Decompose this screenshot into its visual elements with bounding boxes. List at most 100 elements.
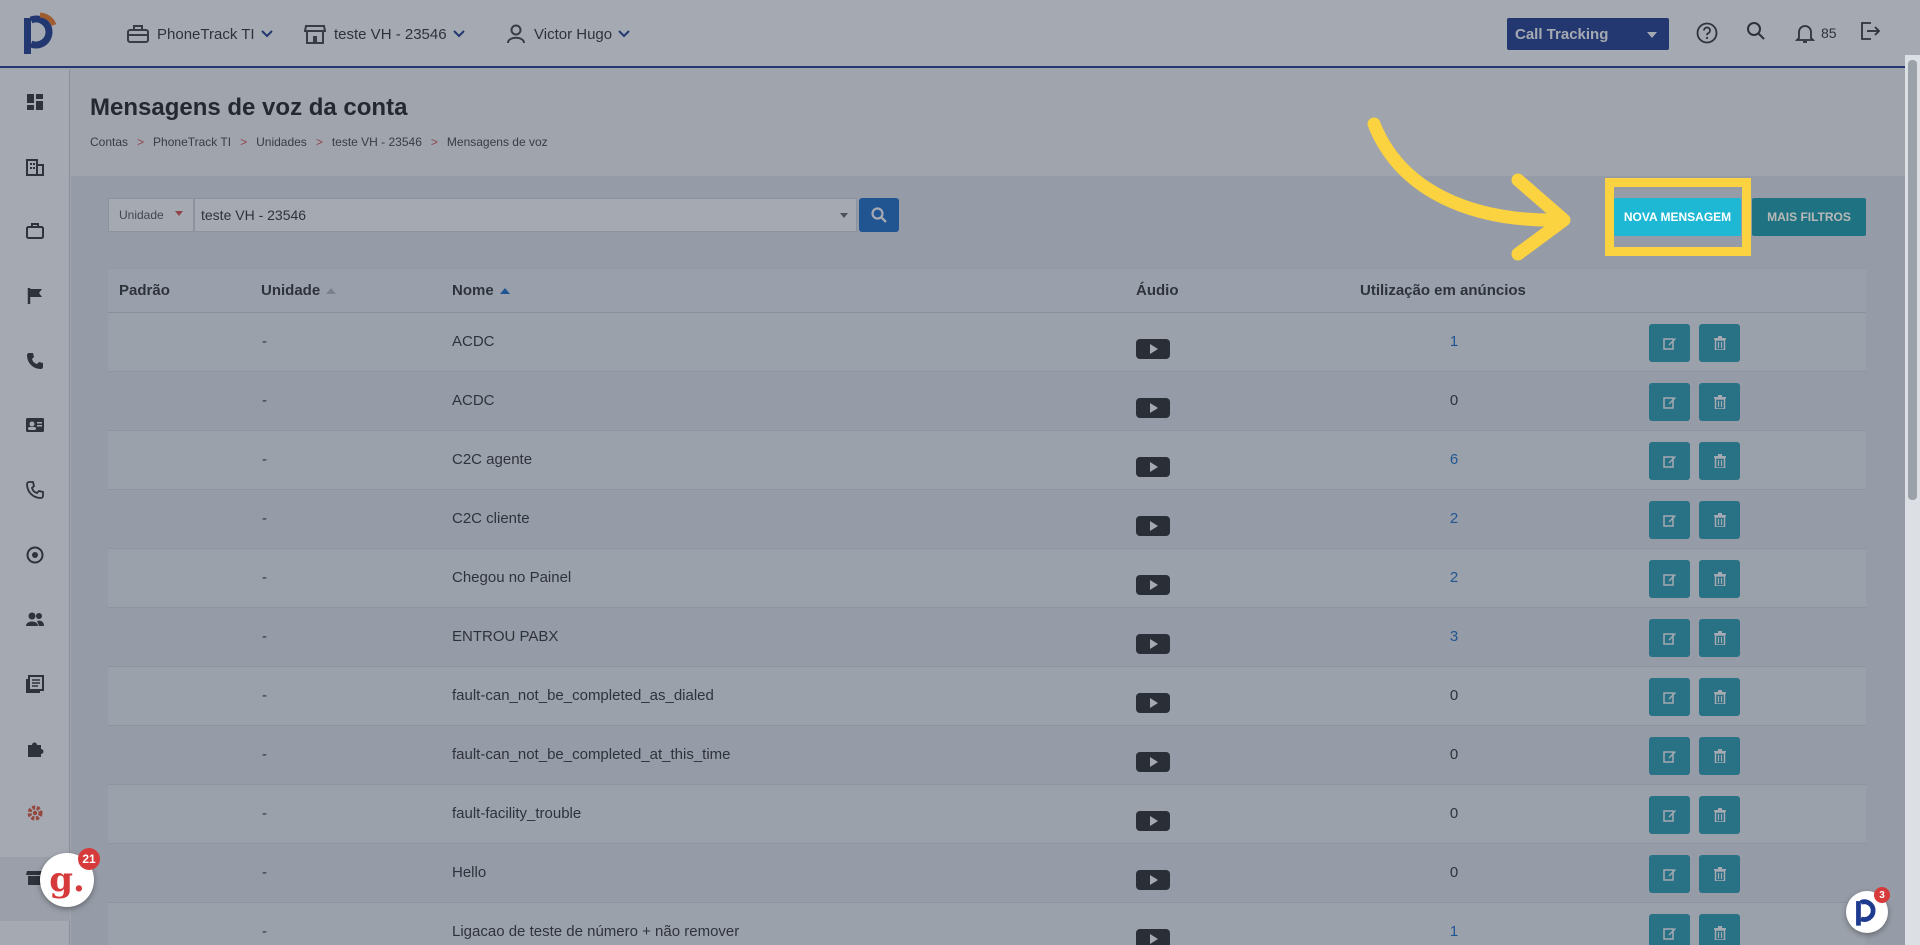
breadcrumb-separator: > bbox=[315, 135, 323, 149]
edit-button[interactable] bbox=[1649, 678, 1690, 716]
filter-search-button[interactable] bbox=[859, 198, 899, 232]
breadcrumb-item-unidades[interactable]: Unidades bbox=[256, 135, 307, 149]
row-usage: 0 bbox=[1449, 687, 1459, 704]
edit-button[interactable] bbox=[1649, 324, 1690, 362]
row-name: C2C agente bbox=[452, 451, 533, 468]
notifications-button[interactable] bbox=[1792, 20, 1818, 46]
delete-button[interactable] bbox=[1699, 737, 1740, 775]
search-icon bbox=[871, 207, 887, 223]
unit-filter-select[interactable]: teste VH - 23546 bbox=[194, 198, 857, 232]
column-header-unit[interactable]: Unidade bbox=[261, 282, 337, 299]
unit-name: teste VH - 23546 bbox=[334, 25, 447, 43]
sidebar-item-accounts[interactable] bbox=[22, 154, 48, 180]
play-audio-button[interactable] bbox=[1136, 339, 1170, 359]
sidebar-item-users[interactable] bbox=[22, 606, 48, 632]
play-audio-button[interactable] bbox=[1136, 752, 1170, 772]
account-selector[interactable]: PhoneTrack TI bbox=[127, 24, 273, 44]
trash-icon bbox=[1713, 454, 1726, 468]
delete-button[interactable] bbox=[1699, 442, 1740, 480]
row-usage[interactable]: 2 bbox=[1444, 510, 1464, 527]
phonetrack-logo[interactable] bbox=[22, 12, 58, 56]
delete-button[interactable] bbox=[1699, 678, 1740, 716]
edit-button[interactable] bbox=[1649, 619, 1690, 657]
trash-icon bbox=[1713, 867, 1726, 881]
logout-button[interactable] bbox=[1857, 18, 1883, 44]
column-header-name[interactable]: Nome bbox=[452, 282, 510, 299]
edit-button[interactable] bbox=[1649, 442, 1690, 480]
row-usage[interactable]: 3 bbox=[1444, 628, 1464, 645]
play-audio-button[interactable] bbox=[1136, 457, 1170, 477]
delete-button[interactable] bbox=[1699, 796, 1740, 834]
row-name: fault-can_not_be_completed_at_this_time bbox=[452, 746, 731, 763]
play-audio-button[interactable] bbox=[1136, 575, 1170, 595]
delete-button[interactable] bbox=[1699, 855, 1740, 893]
sidebar-item-monitoring[interactable] bbox=[22, 542, 48, 568]
play-audio-button[interactable] bbox=[1136, 929, 1170, 945]
sidebar-item-settings[interactable] bbox=[22, 800, 48, 826]
sidebar-item-calls[interactable] bbox=[22, 348, 48, 374]
unit-selector[interactable]: teste VH - 23546 bbox=[304, 24, 465, 44]
edit-button[interactable] bbox=[1649, 560, 1690, 598]
trash-icon bbox=[1713, 808, 1726, 822]
edit-icon bbox=[1662, 928, 1676, 940]
more-filters-button[interactable]: MAIS FILTROS bbox=[1752, 198, 1866, 236]
row-usage[interactable]: 2 bbox=[1444, 569, 1464, 586]
product-select[interactable]: Call Tracking bbox=[1507, 18, 1669, 50]
edit-button[interactable] bbox=[1649, 737, 1690, 775]
row-usage[interactable]: 1 bbox=[1444, 923, 1464, 940]
search-button[interactable] bbox=[1743, 18, 1769, 44]
filter-type-select[interactable]: Unidade bbox=[108, 198, 194, 232]
sidebar-item-dashboard[interactable] bbox=[22, 89, 48, 115]
phone-icon bbox=[27, 353, 43, 369]
row-usage[interactable]: 1 bbox=[1444, 333, 1464, 350]
trash-icon bbox=[1713, 572, 1726, 586]
breadcrumb-item-account[interactable]: PhoneTrack TI bbox=[153, 135, 231, 149]
breadcrumb-separator: > bbox=[137, 135, 145, 149]
edit-icon bbox=[1662, 456, 1676, 468]
play-audio-button[interactable] bbox=[1136, 693, 1170, 713]
sidebar-item-phone-lines[interactable] bbox=[22, 477, 48, 503]
breadcrumb-item-unit[interactable]: teste VH - 23546 bbox=[332, 135, 422, 149]
edit-button[interactable] bbox=[1649, 914, 1690, 945]
sidebar-item-reports[interactable] bbox=[22, 671, 48, 697]
delete-button[interactable] bbox=[1699, 383, 1740, 421]
user-selector[interactable]: Victor Hugo bbox=[506, 24, 630, 44]
edit-button[interactable] bbox=[1649, 796, 1690, 834]
delete-button[interactable] bbox=[1699, 324, 1740, 362]
play-audio-button[interactable] bbox=[1136, 516, 1170, 536]
table-header: Padrão Unidade Nome Áudio Utilização em … bbox=[108, 268, 1866, 313]
edit-button[interactable] bbox=[1649, 855, 1690, 893]
play-audio-button[interactable] bbox=[1136, 634, 1170, 654]
filter-type-label: Unidade bbox=[119, 208, 164, 222]
sidebar-item-integrations[interactable] bbox=[22, 736, 48, 762]
breadcrumb-item-contas[interactable]: Contas bbox=[90, 135, 128, 149]
breadcrumb-separator: > bbox=[430, 135, 438, 149]
sidebar-item-contacts[interactable] bbox=[22, 412, 48, 438]
delete-button[interactable] bbox=[1699, 560, 1740, 598]
briefcase-icon bbox=[127, 25, 149, 43]
help-button[interactable] bbox=[1694, 20, 1720, 46]
edit-button[interactable] bbox=[1649, 383, 1690, 421]
phone-icon bbox=[26, 481, 44, 499]
edit-button[interactable] bbox=[1649, 501, 1690, 539]
sidebar-item-campaigns[interactable] bbox=[22, 218, 48, 244]
new-message-button[interactable]: NOVA MENSAGEM bbox=[1614, 198, 1741, 236]
play-audio-button[interactable] bbox=[1136, 398, 1170, 418]
row-unit: - bbox=[262, 805, 267, 822]
play-audio-button[interactable] bbox=[1136, 811, 1170, 831]
sidebar-item-goals[interactable] bbox=[22, 283, 48, 309]
row-name: fault-facility_trouble bbox=[452, 805, 582, 822]
delete-button[interactable] bbox=[1699, 501, 1740, 539]
contact-card-icon bbox=[26, 418, 44, 432]
row-unit: - bbox=[262, 510, 267, 527]
row-name: ACDC bbox=[452, 392, 495, 409]
sidebar bbox=[0, 70, 70, 945]
play-audio-button[interactable] bbox=[1136, 870, 1170, 890]
breadcrumb-separator: > bbox=[240, 135, 248, 149]
scrollbar-thumb[interactable] bbox=[1908, 60, 1917, 500]
edit-icon bbox=[1662, 869, 1676, 881]
table-row: - ACDC 1 bbox=[108, 313, 1866, 372]
row-usage[interactable]: 6 bbox=[1444, 451, 1464, 468]
delete-button[interactable] bbox=[1699, 619, 1740, 657]
delete-button[interactable] bbox=[1699, 914, 1740, 945]
